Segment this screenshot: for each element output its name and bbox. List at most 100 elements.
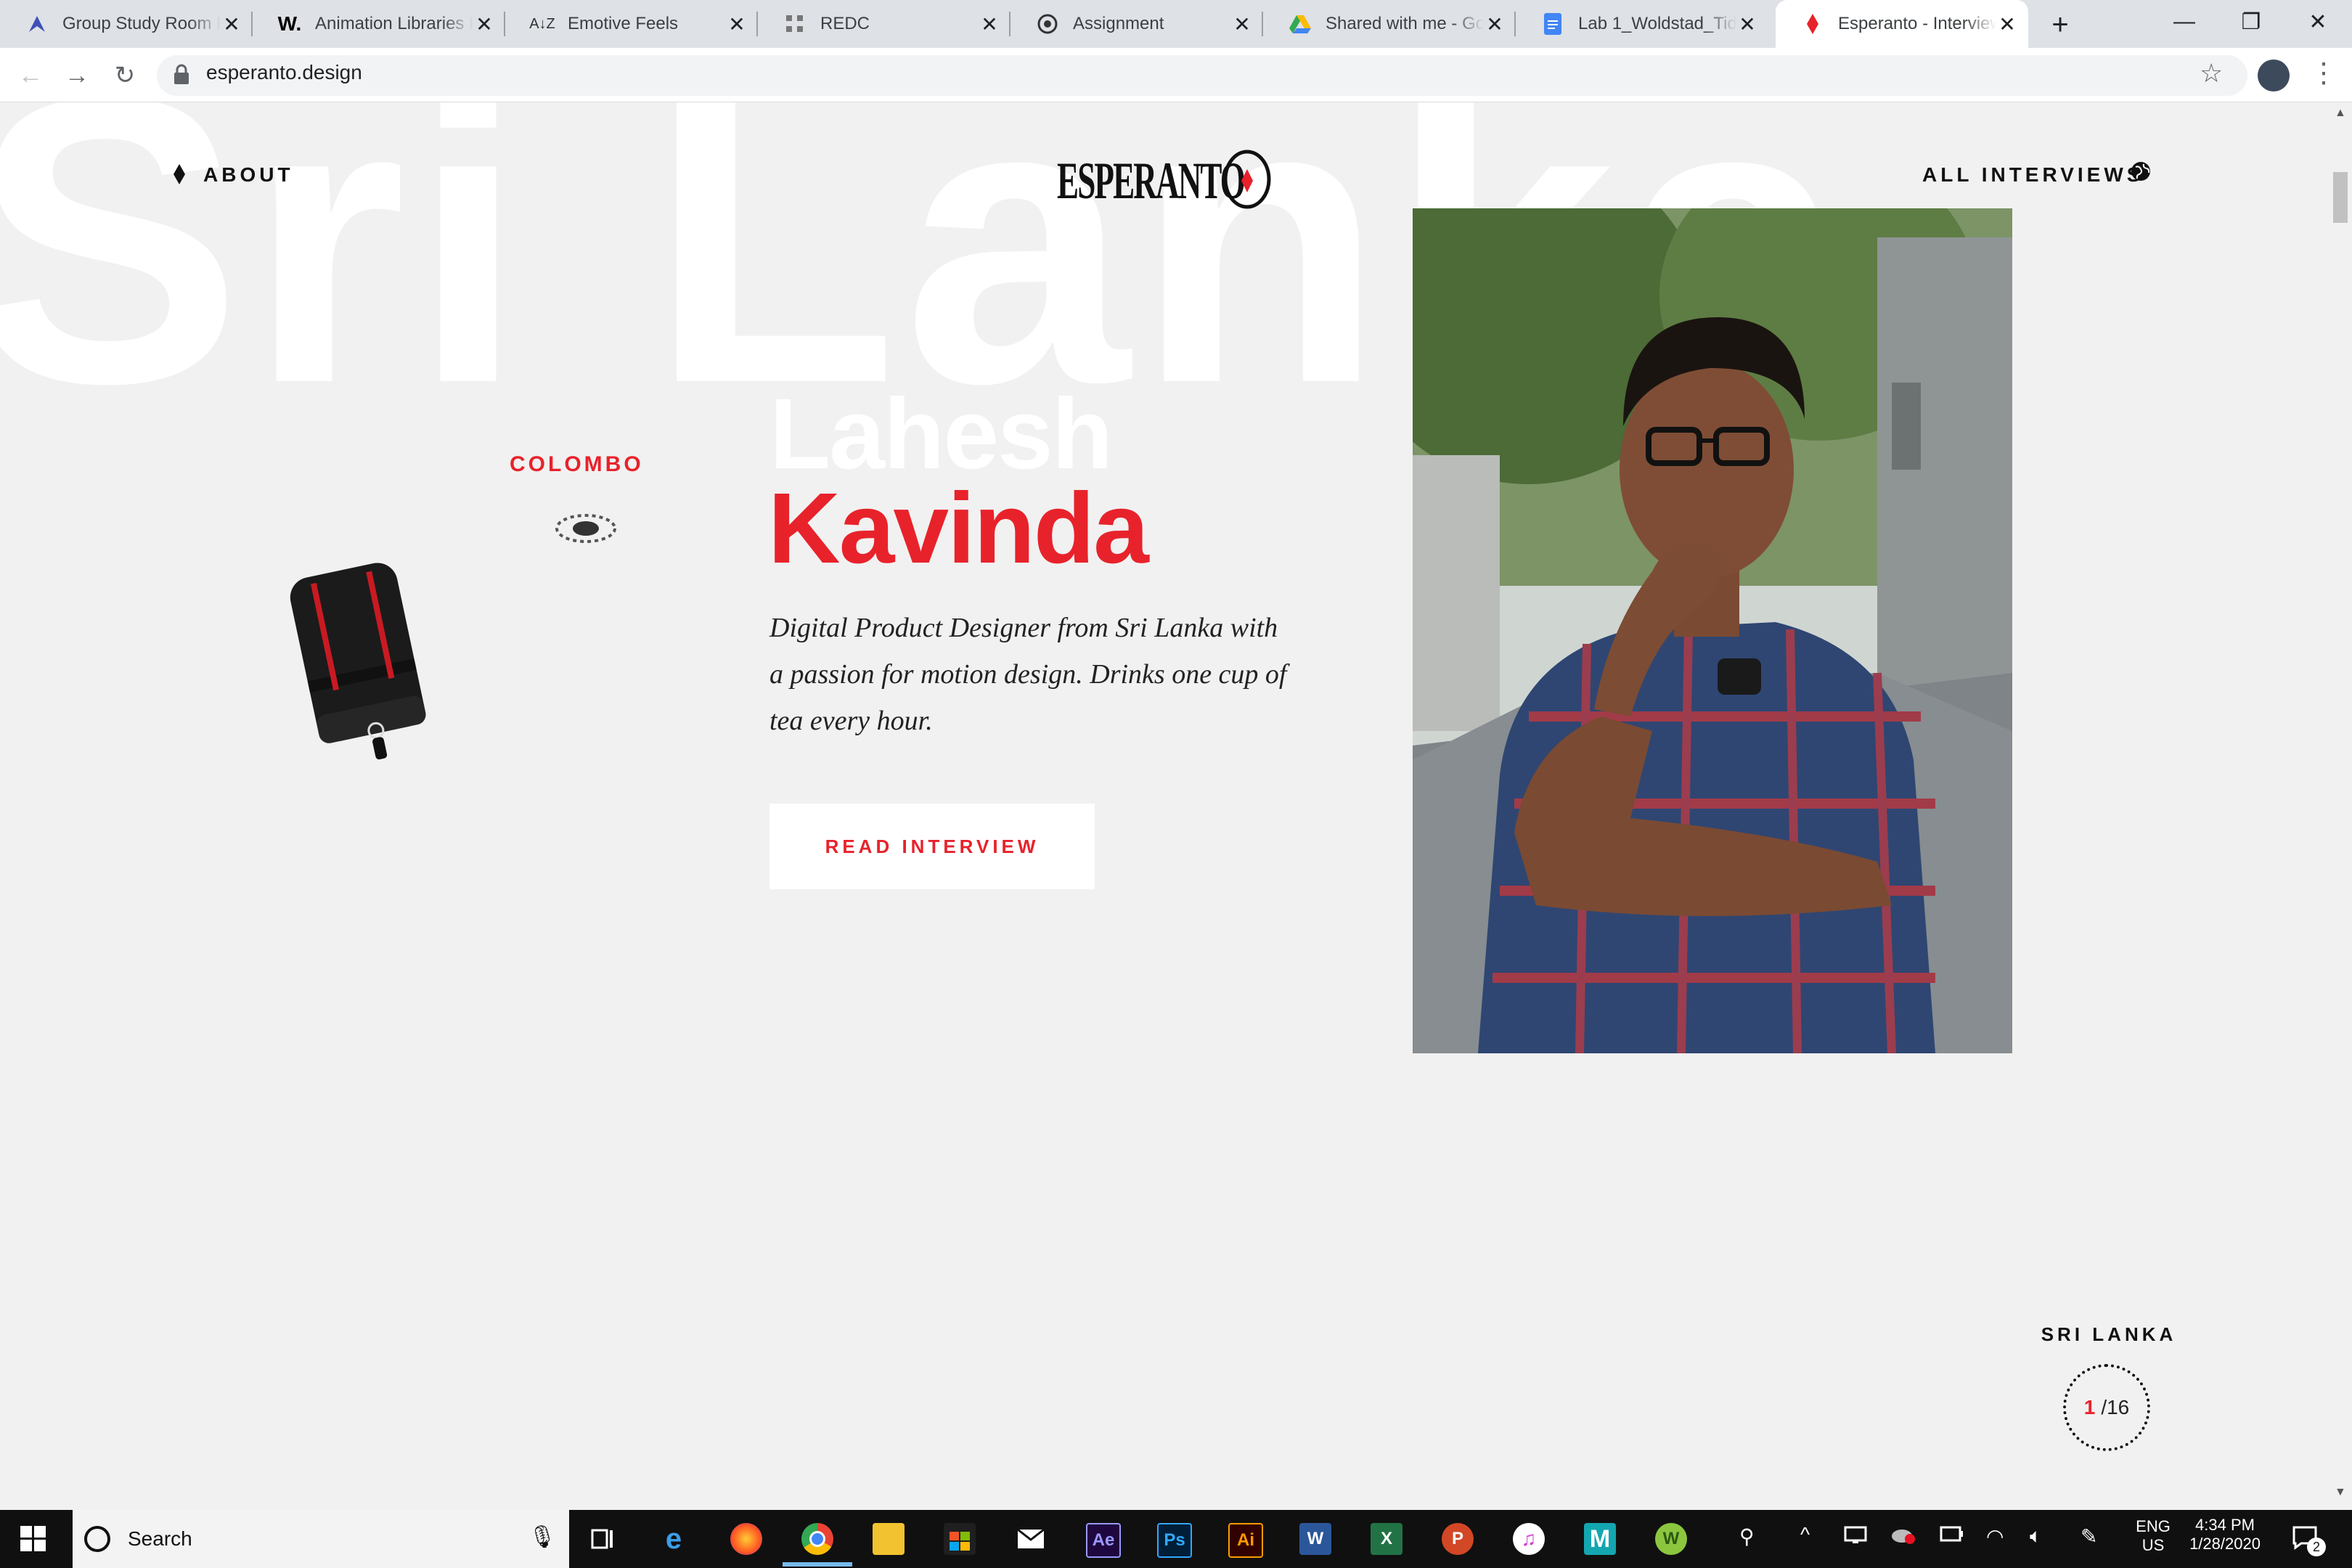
windows-start-icon[interactable]	[20, 1526, 46, 1556]
word-icon[interactable]: W	[1299, 1523, 1331, 1555]
redc-icon	[784, 13, 806, 35]
file-explorer-icon[interactable]	[873, 1523, 905, 1555]
camera-illustration	[276, 547, 443, 783]
chrome-icon[interactable]	[801, 1523, 833, 1555]
close-tab-icon[interactable]: ✕	[1736, 12, 1758, 36]
tab-lab-1[interactable]: Lab 1_Woldstad_Tidw ✕	[1516, 0, 1768, 48]
volume-icon[interactable]: 🔈︎	[2030, 1524, 2042, 1548]
tab-title: Lab 1_Woldstad_Tidw	[1578, 14, 1736, 33]
globe-icon[interactable]	[2130, 160, 2152, 186]
location-pin-icon	[553, 510, 618, 550]
clock-time: 4:34 PM	[2195, 1516, 2255, 1534]
firefox-icon[interactable]	[730, 1523, 762, 1555]
google-drive-icon	[1289, 13, 1311, 35]
edge-browser-icon[interactable]: e	[658, 1523, 690, 1555]
counter-total: /16	[2101, 1396, 2130, 1418]
city-label: COLOMBO	[510, 452, 644, 476]
itunes-icon[interactable]: ♫	[1513, 1523, 1545, 1555]
w-brand-icon: W.	[277, 12, 302, 35]
scrollbar-thumb[interactable]	[2333, 172, 2348, 223]
esperanto-logo[interactable]: ESPERANTO	[1057, 146, 1272, 215]
language-indicator[interactable]: ENG US	[2131, 1517, 2175, 1555]
close-tab-icon[interactable]: ✕	[979, 12, 1000, 36]
nav-all-interviews-link[interactable]: ALL INTERVIEWS	[1922, 163, 2144, 187]
bio-text: Digital Product Designer from Sri Lanka …	[769, 613, 1287, 736]
close-tab-icon[interactable]: ✕	[473, 12, 495, 36]
language-code: ENG	[2136, 1517, 2171, 1535]
tab-group-study-room[interactable]: Group Study Room F ✕	[0, 0, 253, 48]
tab-redc[interactable]: REDC ✕	[758, 0, 1010, 48]
people-icon[interactable]: ⚲	[1739, 1524, 1755, 1548]
assignment-icon	[1037, 13, 1058, 35]
chrome-active-indicator	[783, 1562, 852, 1567]
powerpoint-icon[interactable]: P	[1442, 1523, 1474, 1555]
google-docs-icon	[1542, 13, 1564, 35]
interview-counter[interactable]: 1 /16	[2063, 1364, 2150, 1451]
scroll-up-icon[interactable]: ▲	[2335, 107, 2346, 120]
nav-about-link[interactable]: ABOUT	[203, 163, 294, 187]
close-window-icon[interactable]: ✕	[2285, 0, 2351, 44]
tab-title: Shared with me - Go	[1326, 14, 1484, 33]
group-study-icon	[26, 13, 48, 35]
after-effects-icon[interactable]: Ae	[1086, 1523, 1121, 1558]
clock-date: 1/28/2020	[2189, 1535, 2261, 1553]
onedrive-error-icon[interactable]	[1890, 1524, 1916, 1550]
excel-icon[interactable]: X	[1371, 1523, 1402, 1555]
forward-arrow-icon[interactable]: →	[61, 60, 93, 91]
w-app-icon[interactable]: W	[1655, 1523, 1687, 1555]
url-text[interactable]: esperanto.design	[206, 61, 362, 84]
diamond-icon	[173, 163, 186, 189]
tab-assignment[interactable]: Assignment ✕	[1010, 0, 1263, 48]
clock[interactable]: 4:34 PM 1/28/2020	[2185, 1516, 2265, 1553]
microphone-icon[interactable]: 🎙︎	[528, 1524, 556, 1550]
scroll-down-icon[interactable]: ▼	[2335, 1486, 2346, 1499]
tab-shared-with-me[interactable]: Shared with me - Go ✕	[1263, 0, 1516, 48]
close-tab-icon[interactable]: ✕	[726, 12, 748, 36]
tab-animation-libraries[interactable]: W. Animation Libraries F ✕	[253, 0, 505, 48]
close-tab-icon[interactable]: ✕	[221, 12, 242, 36]
microsoft-store-icon[interactable]	[944, 1523, 976, 1555]
profile-avatar[interactable]	[2258, 60, 2290, 91]
close-tab-icon[interactable]: ✕	[1484, 12, 1506, 36]
wifi-icon[interactable]: ◠	[1986, 1524, 2004, 1548]
tab-esperanto-active[interactable]: Esperanto - Interview ✕	[1776, 0, 2028, 48]
tab-title: Esperanto - Interview	[1838, 14, 1996, 33]
region-code: US	[2141, 1536, 2165, 1554]
tab-title: Animation Libraries F	[315, 14, 473, 33]
last-name-heading: Kavinda	[768, 473, 1149, 584]
restore-window-icon[interactable]: ❐	[2218, 0, 2284, 44]
task-view-icon[interactable]	[587, 1523, 618, 1555]
tab-title: REDC	[820, 14, 870, 33]
counter-current: 1	[2083, 1396, 2096, 1418]
read-interview-button[interactable]: READ INTERVIEW	[769, 804, 1095, 889]
page-viewport: Sri Lanka ABOUT ESPERANTO ALL INTERVIEWS	[0, 102, 2352, 1509]
new-tab-button[interactable]: +	[2040, 4, 2081, 45]
close-tab-icon[interactable]: ✕	[1996, 12, 2018, 36]
country-label: SRI LANKA	[2041, 1323, 2177, 1345]
chrome-menu-icon[interactable]: ⋮	[2310, 57, 2337, 89]
pen-workspace-icon[interactable]: ✎	[2081, 1524, 2097, 1548]
mail-icon[interactable]	[1015, 1523, 1047, 1555]
close-tab-icon[interactable]: ✕	[1231, 12, 1253, 36]
logo-wordmark: ESPERANTO	[1057, 152, 1244, 210]
notification-count-badge: 2	[2307, 1538, 2326, 1556]
tab-title: Assignment	[1073, 14, 1164, 33]
m-app-icon[interactable]: M	[1584, 1523, 1616, 1555]
battery-icon[interactable]	[1940, 1526, 1964, 1547]
tab-emotive-feels[interactable]: A↓Z Emotive Feels ✕	[505, 0, 758, 48]
tab-title: Emotive Feels	[568, 14, 679, 33]
esperanto-diamond-icon	[1802, 13, 1824, 35]
font-az-icon: A↓Z	[529, 15, 555, 32]
illustrator-icon[interactable]: Ai	[1228, 1523, 1263, 1558]
back-arrow-icon[interactable]: ←	[15, 60, 46, 91]
cortana-circle-icon	[84, 1526, 110, 1552]
display-icon[interactable]	[1844, 1524, 1867, 1550]
reload-icon[interactable]: ↻	[109, 60, 141, 91]
lock-icon[interactable]	[173, 64, 190, 89]
page-scrollbar[interactable]	[2330, 102, 2352, 1509]
show-hidden-icons-chevron-icon[interactable]: ^	[1800, 1523, 1810, 1546]
address-bar[interactable]	[157, 55, 2247, 96]
photoshop-icon[interactable]: Ps	[1157, 1523, 1192, 1558]
bookmark-star-icon[interactable]: ☆	[2200, 58, 2223, 89]
minimize-window-icon[interactable]: —	[2152, 0, 2217, 44]
